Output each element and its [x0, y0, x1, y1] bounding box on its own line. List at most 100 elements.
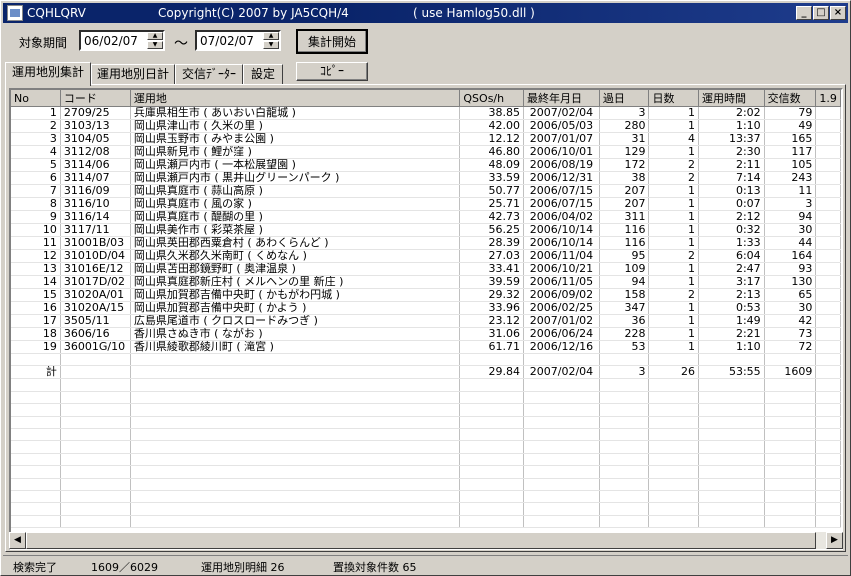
- date-from-up-button[interactable]: ▲: [147, 32, 163, 40]
- minimize-button[interactable]: _: [796, 6, 812, 20]
- table-cell: 19: [11, 340, 61, 354]
- table-cell: [599, 403, 650, 417]
- results-grid[interactable]: No コード 運用地 QSOs/h 最終年月日 過日 日数 運用時間 交信数 1…: [9, 88, 843, 550]
- header-days-ago[interactable]: 過日: [599, 90, 650, 107]
- table-row[interactable]: 4 3112/08 岡山県新見市 ( 鯉が窪 ) 46.80 2006/10/01 129…: [11, 145, 841, 159]
- table-cell: 0:07: [698, 197, 765, 211]
- table-cell: 2006/10/01: [523, 145, 600, 159]
- table-cell: [599, 378, 650, 392]
- table-cell: 岡山県玉野市 ( みやま公園 ): [130, 132, 461, 146]
- table-cell: 94: [764, 210, 817, 224]
- header-operating-time[interactable]: 運用時間: [698, 90, 765, 107]
- date-from-field[interactable]: 06/02/07 ▲ ▼: [79, 30, 165, 51]
- header-day-count[interactable]: 日数: [648, 90, 699, 107]
- table-cell: 3114/07: [60, 171, 131, 185]
- tab-settings[interactable]: 設定: [243, 64, 283, 85]
- header-no[interactable]: No: [11, 90, 61, 107]
- table-row[interactable]: 11 31001B/03 岡山県英田郡西粟倉村 ( あわくらんど ) 28.39 200…: [11, 236, 841, 250]
- table-cell: [11, 440, 61, 454]
- table-row[interactable]: 6 3114/07 岡山県瀬戸内市 ( 黒井山グリーンパーク ) 33.59 2006/…: [11, 171, 841, 185]
- table-cell: 50.77: [459, 184, 525, 198]
- table-row[interactable]: 14 31017D/02 岡山県真庭郡新庄村 ( メルヘンの里 新庄 ) 39.59 2…: [11, 275, 841, 289]
- scroll-left-icon[interactable]: ◀: [9, 532, 26, 549]
- header-location[interactable]: 運用地: [130, 90, 461, 107]
- table-row[interactable]: 7 3116/09 岡山県真庭市 ( 蒜山高原 ) 50.77 2006/07/15 20…: [11, 184, 841, 198]
- table-row[interactable]: 1 2709/25 兵庫県相生市 ( あいおい白龍城 ) 38.85 2007/02/0…: [11, 106, 841, 120]
- table-cell: [648, 465, 699, 479]
- maximize-button[interactable]: □: [813, 6, 829, 20]
- table-cell: [130, 453, 461, 467]
- table-cell: 0:32: [698, 223, 765, 237]
- table-cell: [698, 428, 765, 442]
- table-cell: 1: [648, 327, 699, 341]
- date-to-value: 07/02/07: [200, 34, 254, 48]
- table-total-row[interactable]: 計 29.84 2007/02/04 3 26 53:55 1609: [11, 365, 841, 380]
- header-code[interactable]: コード: [60, 90, 131, 107]
- table-cell: 3:17: [698, 275, 765, 289]
- table-cell: 2:11: [698, 158, 765, 172]
- table-cell: 109: [599, 262, 650, 276]
- table-cell: 2006/10/21: [523, 262, 600, 276]
- date-to-down-button[interactable]: ▼: [263, 41, 279, 49]
- table-cell: 広島県尾道市 ( クロスロードみつぎ ): [130, 314, 461, 328]
- table-cell: 3103/13: [60, 119, 131, 133]
- title-bar[interactable]: CQHLQRV Copyright(C) 2007 by JA5CQH/4 ( …: [3, 3, 848, 23]
- table-row[interactable]: 8 3116/10 岡山県真庭市 ( 風の家 ) 25.71 2006/07/15 207…: [11, 197, 841, 211]
- table-row[interactable]: 16 31020A/15 岡山県加賀郡吉備中央町 ( かよう ) 33.96 2006/…: [11, 301, 841, 315]
- table-cell: 56.25: [459, 223, 525, 237]
- table-cell: [764, 428, 817, 442]
- table-cell: [698, 478, 765, 491]
- tab-location-daily[interactable]: 運用地別日計: [91, 64, 175, 85]
- date-to-up-button[interactable]: ▲: [263, 32, 279, 40]
- header-qso-count[interactable]: 交信数: [764, 90, 817, 107]
- header-qsos-per-hour[interactable]: QSOs/h: [459, 90, 525, 107]
- scroll-right-icon[interactable]: ▶: [826, 532, 843, 549]
- table-cell: 33.59: [459, 171, 525, 185]
- tab-qso-data[interactable]: 交信ﾃﾞｰﾀｰ: [175, 64, 243, 85]
- table-cell: 42: [764, 314, 817, 328]
- table-cell: 11: [764, 184, 817, 198]
- table-row[interactable]: 18 3606/16 香川県さぬき市 ( ながお ) 31.06 2006/06/24 2…: [11, 327, 841, 341]
- tab-location-summary[interactable]: 運用地別集計: [5, 62, 91, 86]
- scroll-thumb[interactable]: [26, 532, 816, 549]
- table-cell: [815, 106, 841, 120]
- header-last-date[interactable]: 最終年月日: [523, 90, 600, 107]
- table-cell: [11, 490, 61, 504]
- table-cell: [523, 453, 600, 467]
- table-row[interactable]: 5 3114/06 岡山県瀬戸内市 ( 一本松展望園 ) 48.09 2006/08/1…: [11, 158, 841, 172]
- app-icon[interactable]: [7, 5, 23, 21]
- table-row[interactable]: 19 36001G/10 香川県綾歌郡綾川町 ( 滝宮 ) 61.71 2006/12/…: [11, 340, 841, 354]
- table-row[interactable]: 17 3505/11 広島県尾道市 ( クロスロードみつぎ ) 23.12 2007/0…: [11, 314, 841, 328]
- close-button[interactable]: ×: [830, 6, 846, 20]
- table-row[interactable]: 3 3104/05 岡山県玉野市 ( みやま公園 ) 12.12 2007/01/07 3…: [11, 132, 841, 146]
- table-row[interactable]: 13 31016E/12 岡山県苫田郡鏡野町 ( 奥津温泉 ) 33.41 2006/1…: [11, 262, 841, 276]
- table-cell: [60, 478, 131, 491]
- table-row[interactable]: 12 31010D/04 岡山県久米郡久米南町 ( くめなん ) 27.03 2006/…: [11, 249, 841, 263]
- table-cell: 61.71: [459, 340, 525, 354]
- table-cell: 2007/02/04: [523, 365, 600, 380]
- date-from-down-button[interactable]: ▼: [147, 41, 163, 49]
- table-cell: 2:47: [698, 262, 765, 276]
- status-detail: 運用地別明細 26: [201, 561, 285, 574]
- table-cell: [815, 353, 841, 367]
- status-count: 1609／6029: [91, 561, 158, 574]
- date-to-field[interactable]: 07/02/07 ▲ ▼: [195, 30, 281, 51]
- table-row[interactable]: 10 3117/11 岡山県美作市 ( 彩菜茶屋 ) 56.25 2006/10/14 1…: [11, 223, 841, 237]
- table-row[interactable]: 2 3103/13 岡山県津山市 ( 久米の里 ) 42.00 2006/05/03 28…: [11, 119, 841, 133]
- table-cell: [60, 353, 131, 367]
- table-cell: [698, 416, 765, 429]
- table-row-empty: [11, 453, 841, 467]
- header-band-1-9[interactable]: 1.9: [815, 90, 841, 107]
- table-row[interactable]: 9 3116/14 岡山県真庭市 ( 醍醐の里 ) 42.73 2006/04/02 31…: [11, 210, 841, 224]
- table-cell: 164: [764, 249, 817, 263]
- table-cell: 香川県綾歌郡綾川町 ( 滝宮 ): [130, 340, 461, 354]
- table-row-blank: [11, 353, 841, 367]
- table-cell: 3116/09: [60, 184, 131, 198]
- table-row[interactable]: 15 31020A/01 岡山県加賀郡吉備中央町 ( かもがわ円城 ) 29.32 20…: [11, 288, 841, 302]
- horizontal-scrollbar[interactable]: ◀ ▶: [9, 532, 843, 549]
- table-cell: 49: [764, 119, 817, 133]
- copy-button[interactable]: ｺﾋﾟｰ: [296, 62, 368, 81]
- table-cell: [60, 428, 131, 442]
- start-aggregate-button[interactable]: 集計開始: [296, 29, 368, 54]
- table-cell: 2006/04/02: [523, 210, 600, 224]
